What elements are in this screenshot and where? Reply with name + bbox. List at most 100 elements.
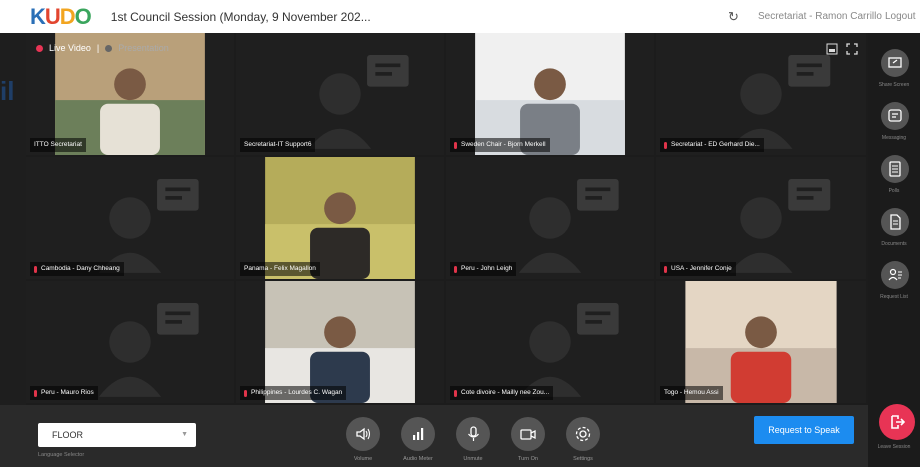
logo-letter-o: O (74, 3, 92, 29)
presentation-tab[interactable]: Presentation (118, 43, 169, 53)
avatar-placeholder-icon (98, 178, 199, 273)
participant-name: Panama - Felix Magallon (244, 265, 316, 272)
avatar-placeholder-icon (729, 178, 831, 273)
participant-tile[interactable]: USA - Jennifer Conje (656, 157, 866, 279)
polls-button[interactable] (881, 155, 909, 183)
participant-name-label: Secretariat-IT Support6 (240, 138, 316, 152)
participant-tile[interactable]: Sweden Chair - Bjorn Merkell (446, 33, 654, 155)
leave-icon (891, 415, 905, 429)
participant-name-label: Peru - John Leigh (450, 262, 517, 276)
turn-on-button[interactable] (511, 417, 545, 451)
mic-muted-icon (664, 141, 667, 149)
refresh-icon[interactable]: ↻ (728, 9, 739, 25)
live-dot-icon (36, 44, 43, 52)
participant-name: ITTO Secretariat (34, 141, 82, 148)
documents-button[interactable] (881, 208, 909, 236)
participant-video-icon (265, 157, 415, 279)
participant-name: Togo - Hemou Assi (664, 389, 719, 396)
participant-tile[interactable]: Cote divoire - Mailly nee Zou... (446, 281, 654, 403)
leave-session-label: Leave Session (877, 444, 911, 450)
presentation-dot-icon (105, 44, 113, 52)
participant-tile[interactable]: Philippines - Lourdes C. Wagan (236, 281, 444, 403)
side-tab[interactable]: il (0, 76, 22, 106)
rail-label: Share Screen (878, 82, 910, 88)
request-to-speak-button[interactable]: Request to Speak (754, 416, 854, 444)
participant-tile[interactable]: Cambodia - Dany Chheang (26, 157, 234, 279)
avatar-placeholder-icon (518, 178, 619, 273)
mic-muted-icon (454, 141, 457, 149)
user-label: Secretariat - Ramon Carrillo (758, 11, 882, 22)
camera-icon (520, 429, 536, 440)
rail-label: Polls (888, 188, 900, 194)
language-select[interactable]: FLOOR ▼ (38, 423, 196, 447)
rail-label: Messaging (881, 135, 907, 141)
avatar-placeholder-icon (518, 302, 619, 397)
right-rail: Share Screen Messaging Polls Documents Reque… (868, 33, 920, 467)
rail-label: Request List (880, 294, 908, 300)
documents-icon (890, 214, 901, 230)
polls-icon (889, 161, 901, 177)
volume-button[interactable] (346, 417, 380, 451)
participant-name: USA - Jennifer Conje (671, 265, 732, 272)
message-icon (888, 109, 902, 122)
participant-video-icon (685, 281, 837, 403)
control-label: Unmute (463, 456, 483, 462)
participant-name-label: USA - Jennifer Conje (660, 262, 736, 276)
share-screen-button[interactable] (881, 49, 909, 77)
participant-tile[interactable]: Peru - John Leigh (446, 157, 654, 279)
participant-name-label: Cambodia - Dany Chheang (30, 262, 124, 276)
unmute-button[interactable] (456, 417, 490, 451)
participant-tile[interactable]: Panama - Felix Magallon (236, 157, 444, 279)
view-mode-toggle[interactable]: Live Video | Presentation (36, 43, 169, 53)
mic-muted-icon (454, 389, 457, 397)
participant-video-icon (475, 33, 625, 155)
participant-tile[interactable]: Togo - Hemou Assi (656, 281, 866, 403)
gear-icon (575, 426, 591, 442)
control-label: Audio Meter (403, 456, 433, 462)
participant-name: Sweden Chair - Bjorn Merkell (461, 141, 546, 148)
mic-muted-icon (34, 389, 37, 397)
participant-name: Peru - Mauro Rios (41, 389, 94, 396)
top-bar: K U D O 1st Council Session (Monday, 9 N… (0, 0, 920, 33)
avatar-placeholder-icon (98, 302, 199, 397)
logo-letter-d: D (59, 3, 76, 29)
share-screen-icon (888, 57, 902, 68)
request-list-icon (888, 268, 902, 281)
avatar-placeholder-icon (308, 54, 409, 149)
control-label: Settings (573, 456, 593, 462)
participant-tile[interactable]: Secretariat-IT Support6 (236, 33, 444, 155)
messaging-button[interactable] (881, 102, 909, 130)
participant-name-label: Secretariat - ED Gerhard Die... (660, 138, 764, 152)
live-video-tab[interactable]: Live Video (49, 43, 91, 53)
fullscreen-icon[interactable] (846, 43, 858, 55)
audio-meter-icon (413, 428, 424, 440)
participant-name: Philippines - Lourdes C. Wagan (251, 389, 343, 396)
mic-muted-icon (34, 265, 37, 273)
leave-session-button[interactable] (879, 404, 915, 440)
session-title: 1st Council Session (Monday, 9 November … (110, 9, 371, 24)
participant-name-label: Panama - Felix Magallon (240, 262, 320, 276)
chevron-down-icon: ▼ (181, 431, 188, 438)
control-label: Volume (353, 456, 373, 462)
participant-name: Secretariat-IT Support6 (244, 141, 312, 148)
participant-tile[interactable]: Peru - Mauro Rios (26, 281, 234, 403)
participant-name: Secretariat - ED Gerhard Die... (671, 141, 760, 148)
grid-view-icon[interactable] (826, 43, 838, 55)
participant-name-label: Sweden Chair - Bjorn Merkell (450, 138, 550, 152)
volume-icon (356, 427, 371, 441)
participant-name: Cote divoire - Mailly nee Zou... (461, 389, 550, 396)
language-selector-label: Language Selector (38, 452, 85, 458)
control-label: Turn On (518, 456, 538, 462)
language-selected-value: FLOOR (52, 430, 84, 440)
settings-button[interactable] (566, 417, 600, 451)
audio-meter-button[interactable] (401, 417, 435, 451)
participant-video-icon (265, 281, 415, 403)
bottom-bar: FLOOR ▼ Language Selector Volume Audio Me… (0, 405, 868, 467)
logout-link[interactable]: Logout (885, 11, 916, 22)
participant-name-label: Togo - Hemou Assi (660, 386, 723, 400)
video-grid: Live Video | Presentation ITTO Secretari… (26, 33, 868, 405)
logo-letter-u: U (44, 3, 61, 29)
request-list-button[interactable] (881, 261, 909, 289)
participant-name-label: Peru - Mauro Rios (30, 386, 98, 400)
kudo-logo: K U D O (30, 3, 92, 30)
